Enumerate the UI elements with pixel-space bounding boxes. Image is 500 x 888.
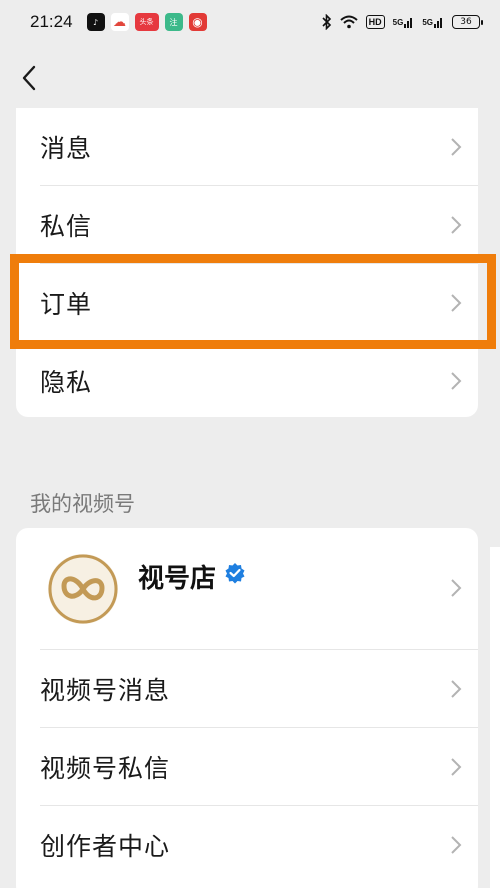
menu-item-label: 隐私 <box>40 368 93 397</box>
menu-item-privacy[interactable]: 隐私 <box>16 342 478 420</box>
chevron-right-icon <box>451 138 462 156</box>
chevron-right-icon <box>451 836 462 854</box>
menu-item-label: 创作者中心 <box>40 832 171 861</box>
status-bar: 21:24 ♪ ☁ 头条 注 ◉ HD 5G 5G 36 <box>0 0 500 44</box>
cloud-app-icon: ☁ <box>110 13 129 31</box>
section-title: 我的视频号 <box>30 492 135 516</box>
menu-item-label: 订单 <box>40 290 93 319</box>
battery-icon: 36 <box>452 15 483 29</box>
battery-level: 36 <box>460 17 472 27</box>
channel-card: 视号店 视频号消息 视频号私信 创作者中心 <box>16 528 478 888</box>
shop-logo-icon <box>48 554 118 624</box>
menu-item-private-messages[interactable]: 私信 <box>16 186 478 264</box>
menu-item-messages[interactable]: 消息 <box>16 108 478 186</box>
settings-menu-card: 消息 私信 订单 隐私 <box>16 108 478 417</box>
netease-music-icon: ◉ <box>188 13 207 31</box>
back-button[interactable] <box>16 62 42 94</box>
status-indicators: HD 5G 5G 36 <box>322 14 483 30</box>
chevron-right-icon <box>451 680 462 698</box>
chevron-left-icon <box>22 65 36 91</box>
menu-item-channel-private-messages[interactable]: 视频号私信 <box>16 728 478 806</box>
shop-name: 视号店 <box>138 564 217 594</box>
menu-item-channel-messages[interactable]: 视频号消息 <box>16 650 478 728</box>
toutiao-icon: 头条 <box>134 13 159 31</box>
menu-item-label: 私信 <box>40 212 93 241</box>
menu-item-creator-center[interactable]: 创作者中心 <box>16 806 478 884</box>
wifi-icon <box>339 15 358 29</box>
chevron-right-icon <box>451 294 462 312</box>
menu-item-orders[interactable]: 订单 <box>16 264 478 342</box>
network-type-label: 5G <box>422 17 433 27</box>
signal-5g-icon: 5G <box>393 16 415 28</box>
chevron-right-icon <box>451 372 462 390</box>
signal-5g-icon: 5G <box>422 16 444 28</box>
status-time: 21:24 <box>30 12 73 31</box>
page-edge <box>490 547 500 888</box>
network-type-label: 5G <box>392 17 404 27</box>
chevron-right-icon <box>451 579 462 597</box>
channel-shop-entry[interactable]: 视号店 <box>16 528 478 648</box>
menu-item-label: 消息 <box>40 134 93 163</box>
tiktok-icon: ♪ <box>86 13 105 31</box>
notification-icons: ♪ ☁ 头条 注 ◉ <box>86 13 207 31</box>
hd-badge: HD <box>365 15 385 29</box>
chevron-right-icon <box>451 216 462 234</box>
chevron-right-icon <box>451 758 462 776</box>
verified-badge-icon <box>225 563 245 584</box>
green-app-icon: 注 <box>164 13 183 31</box>
menu-item-label: 视频号消息 <box>40 676 171 705</box>
bluetooth-icon <box>322 14 332 30</box>
menu-item-label: 视频号私信 <box>40 754 171 783</box>
